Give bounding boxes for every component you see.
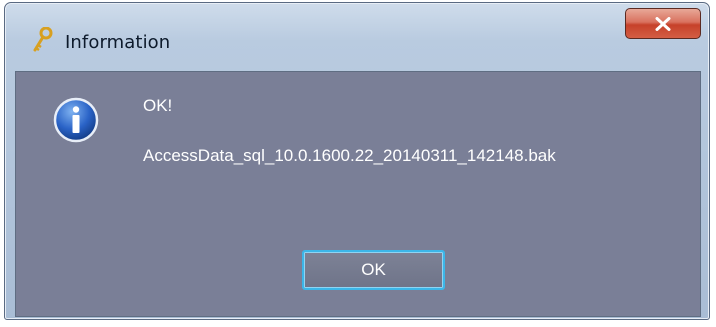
close-icon [655,17,671,31]
message-filename: AccessData_sql_10.0.1600.22_20140311_142… [143,146,556,165]
message-title: OK! [143,96,173,115]
dialog-client-area: OK! AccessData_sql_10.0.1600.22_20140311… [15,71,701,317]
close-button[interactable] [625,8,701,39]
key-icon [31,26,53,57]
info-icon [53,97,99,147]
information-dialog-window: Information OK! AccessData_sql_10.0.1600… [4,2,710,320]
title-bar[interactable]: Information [5,3,709,53]
window-title: Information [65,32,171,53]
ok-button[interactable]: OK [302,250,445,290]
